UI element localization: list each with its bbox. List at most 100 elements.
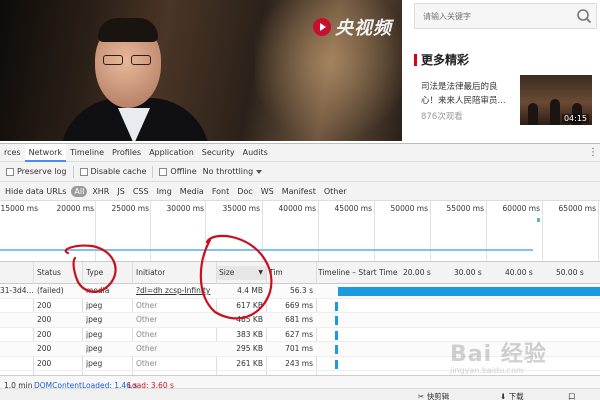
baidu-watermark: Bai 经验 jingyan.baidu.com [450, 336, 547, 375]
toolbar-divider [72, 165, 74, 178]
more-menu-icon[interactable]: ⋮ [588, 147, 598, 159]
tab-network[interactable]: Network [24, 143, 67, 162]
recommended-video-views: 876次观看 [421, 112, 463, 122]
waterfall-bar [335, 316, 338, 325]
table-row[interactable]: 200 jpeg Other 617 KB 669 ms [0, 299, 600, 313]
network-overview[interactable]: 15000 ms 20000 ms 25000 ms 30000 ms 3500… [0, 201, 600, 262]
waterfall-bar [335, 345, 338, 354]
column-time[interactable]: Tim [269, 266, 283, 280]
throttling-value: No throttling [202, 167, 254, 176]
column-status[interactable]: Status [37, 266, 61, 280]
column-type[interactable]: Type [86, 266, 103, 280]
tab-security[interactable]: Security [198, 144, 239, 162]
column-initiator[interactable]: Initiator [136, 266, 165, 280]
quick-edit-label: 快剪辑 [426, 392, 450, 400]
waterfall-bar [338, 287, 600, 296]
video-person-hair [98, 18, 158, 42]
cell-time: 56.3 s [290, 286, 313, 295]
filter-js[interactable]: JS [114, 186, 127, 197]
tab-profiles[interactable]: Profiles [108, 144, 145, 162]
cell-size: 617 KB [236, 300, 263, 310]
cell-initiator: Other [136, 300, 158, 310]
column-timeline[interactable]: Timeline – Start Time [318, 266, 397, 280]
search-icon[interactable] [576, 8, 592, 24]
tab-application[interactable]: Application [145, 144, 198, 162]
scissors-icon: ✂ [418, 392, 425, 400]
cell-status: 200 [37, 344, 52, 353]
cell-status: (failed) [37, 286, 64, 295]
filter-css[interactable]: CSS [130, 186, 152, 197]
cell-status: 200 [37, 315, 52, 324]
cell-size: 295 KB [236, 344, 263, 353]
webpage: 央视频 更多精彩 司法是法律最后的良心！来来人民陪审员... 876次观看 04… [0, 0, 600, 143]
download-icon: ⬇ [500, 392, 507, 400]
filter-other[interactable]: Other [321, 186, 350, 197]
download-label: 下载 [508, 392, 524, 400]
filter-ws[interactable]: WS [258, 186, 277, 197]
browser-bottom-bar: ✂ 快剪辑 ⬇ 下载 口 [0, 388, 600, 400]
cell-initiator: Other [136, 315, 158, 324]
waterfall-bar [335, 359, 338, 369]
video-player[interactable]: 央视频 [0, 0, 402, 141]
watermark-url: jingyan.baidu.com [450, 366, 524, 375]
preserve-log-checkbox[interactable]: Preserve log [6, 167, 67, 176]
network-toolbar: Preserve log Disable cache Offline No th… [0, 162, 600, 182]
search-box [414, 3, 597, 29]
disable-cache-checkbox[interactable]: Disable cache [79, 167, 146, 176]
tab-audits[interactable]: Audits [239, 144, 272, 162]
cell-initiator: Other [136, 329, 158, 339]
timeline-tick: 30.00 s [454, 268, 482, 277]
tab-sources[interactable]: rces [0, 144, 25, 162]
filter-doc[interactable]: Doc [234, 186, 255, 197]
filter-xhr[interactable]: XHR [89, 186, 112, 197]
cell-type: media [86, 286, 110, 295]
overview-tick: 15000 ms [0, 204, 38, 213]
cell-time: 701 ms [285, 344, 313, 353]
offline-checkbox[interactable]: Offline [159, 167, 197, 176]
throttling-select[interactable]: No throttling [203, 167, 263, 176]
overview-tick: 40000 ms [278, 204, 316, 213]
overview-tick: 35000 ms [222, 204, 260, 213]
timeline-tick: 50.00 s [556, 268, 584, 277]
table-header: Status Type Initiator Size ▼ Tim Timelin… [0, 262, 600, 284]
cell-size: 465 KB [236, 315, 263, 324]
more-section-label: 更多精彩 [421, 53, 470, 67]
table-row[interactable]: 31-3d4... (failed) media ?dl=dh zcsp-Inf… [0, 284, 600, 299]
filter-manifest[interactable]: Manifest [279, 186, 319, 197]
cell-status: 200 [37, 300, 52, 310]
cell-type: jpeg [86, 300, 103, 310]
hide-data-urls-toggle[interactable]: Hide data URLs [2, 186, 69, 197]
cell-type: jpeg [86, 358, 103, 368]
cell-status: 200 [37, 358, 52, 368]
filter-bar: Hide data URLs All XHR JS CSS Img Media … [0, 182, 600, 201]
column-size[interactable]: Size ▼ [217, 266, 266, 280]
recommended-video-thumbnail[interactable]: 04:15 [520, 75, 592, 125]
search-input[interactable] [415, 4, 565, 28]
timeline-tick: 20.00 s [403, 268, 431, 277]
devtools-tab-bar: rces Network Timeline Profiles Applicati… [0, 143, 600, 162]
cell-time: 243 ms [285, 358, 313, 368]
waterfall-bar [335, 330, 338, 340]
quick-edit-button[interactable]: ✂ 快剪辑 [418, 391, 449, 400]
section-marker [414, 53, 417, 66]
recommended-video-title[interactable]: 司法是法律最后的良心！来来人民陪审员... [421, 80, 513, 108]
sort-descending-icon: ▼ [258, 269, 263, 276]
cell-status: 200 [37, 329, 52, 339]
filter-all[interactable]: All [71, 185, 88, 197]
table-row[interactable]: 200 jpeg Other 465 KB 681 ms [0, 313, 600, 328]
filter-font[interactable]: Font [209, 186, 232, 197]
download-button[interactable]: ⬇ 下载 [500, 391, 524, 400]
cell-initiator[interactable]: ?dl=dh zcsp-Infinity [136, 284, 214, 298]
video-logo-text: 央视频 [335, 18, 392, 39]
chevron-down-icon [256, 169, 263, 174]
checkbox-icon [79, 167, 88, 176]
cell-initiator: Other [136, 344, 158, 353]
filter-media[interactable]: Media [177, 186, 207, 197]
timeline-tick: 40.00 s [505, 268, 533, 277]
video-person-glasses [103, 55, 153, 65]
overview-request-bar [0, 249, 533, 251]
more-section-title: 更多精彩 [414, 51, 469, 68]
window-button[interactable]: 口 [568, 391, 576, 400]
tab-timeline[interactable]: Timeline [66, 144, 108, 162]
filter-img[interactable]: Img [154, 186, 175, 197]
